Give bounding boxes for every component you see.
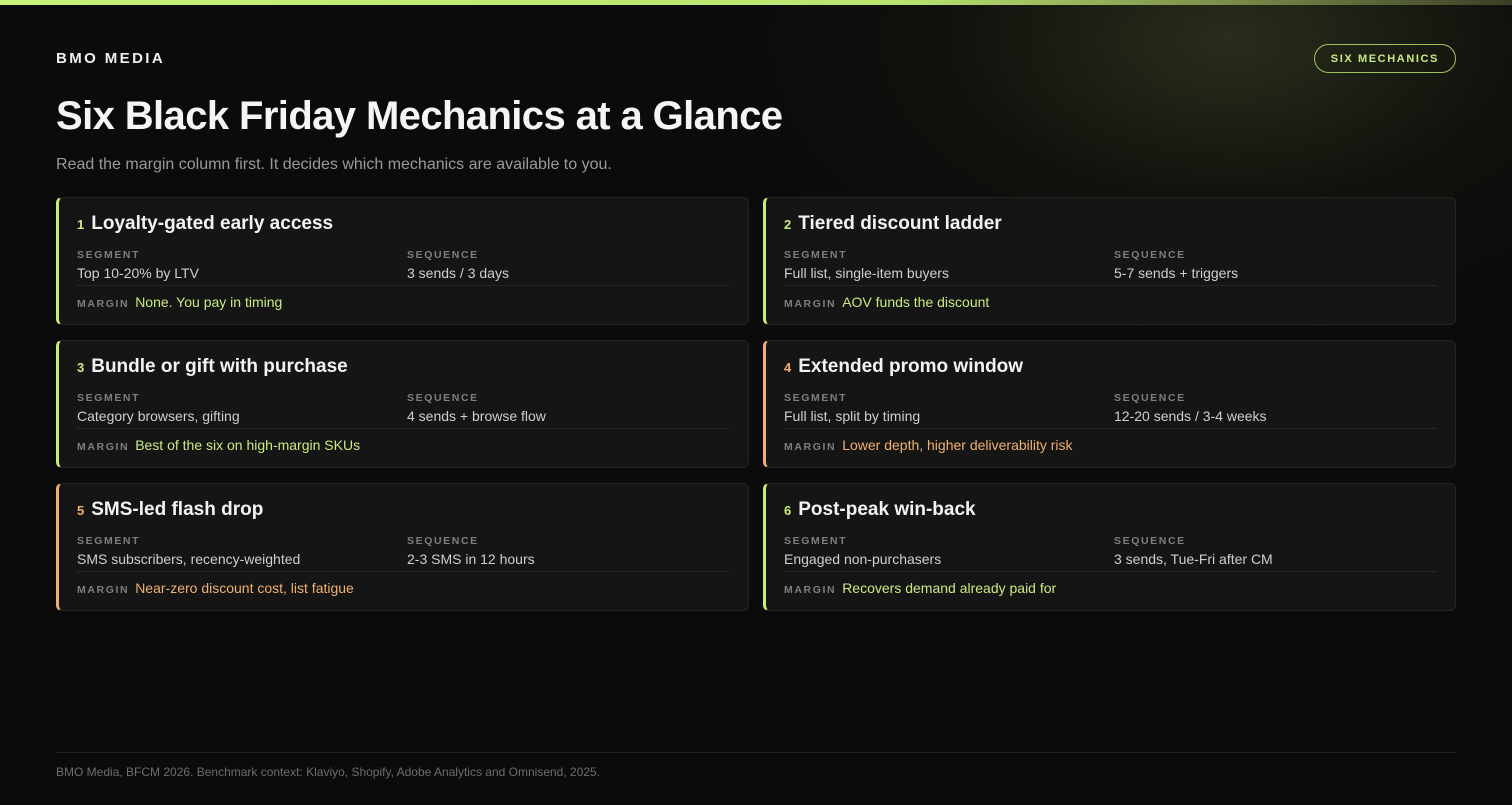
card-divider	[77, 571, 730, 572]
margin-label: MARGIN	[77, 441, 130, 453]
mechanic-card-2: 2 Tiered discount ladder SEGMENT Full li…	[763, 197, 1456, 325]
mechanic-card-3: 3 Bundle or gift with purchase SEGMENT C…	[56, 340, 749, 468]
card-number: 3	[77, 360, 85, 375]
mechanic-card-1: 1 Loyalty-gated early access SEGMENT Top…	[56, 197, 749, 325]
segment-label: SEGMENT	[784, 249, 848, 261]
margin-row: MARGIN Near-zero discount cost, list fat…	[77, 580, 354, 596]
sequence-value: 3 sends, Tue-Fri after CM	[1114, 551, 1273, 567]
sequence-column: SEQUENCE 3 sends, Tue-Fri after CM	[1114, 535, 1273, 567]
segment-column: SEGMENT Full list, single-item buyers	[784, 249, 949, 281]
margin-label: MARGIN	[784, 298, 837, 310]
segment-value: Full list, single-item buyers	[784, 265, 949, 281]
footer-note: BMO Media, BFCM 2026. Benchmark context:…	[56, 765, 601, 779]
sequence-label: SEQUENCE	[1114, 249, 1186, 261]
mechanic-card-6: 6 Post-peak win-back SEGMENT Engaged non…	[763, 483, 1456, 611]
margin-row: MARGIN Best of the six on high-margin SK…	[77, 437, 360, 453]
margin-label: MARGIN	[77, 584, 130, 596]
sequence-column: SEQUENCE 12-20 sends / 3-4 weeks	[1114, 392, 1267, 424]
segment-column: SEGMENT Full list, split by timing	[784, 392, 920, 424]
margin-value: AOV funds the discount	[842, 294, 990, 310]
sequence-label: SEQUENCE	[407, 535, 479, 547]
card-title: Tiered discount ladder	[798, 213, 1002, 234]
margin-row: MARGIN Recovers demand already paid for	[784, 580, 1056, 596]
segment-column: SEGMENT SMS subscribers, recency-weighte…	[77, 535, 300, 567]
card-number: 4	[784, 360, 792, 375]
sequence-label: SEQUENCE	[1114, 392, 1186, 404]
card-title: Loyalty-gated early access	[91, 213, 334, 234]
page-title: Six Black Friday Mechanics at a Glance	[56, 94, 783, 138]
segment-label: SEGMENT	[77, 535, 141, 547]
sequence-column: SEQUENCE 5-7 sends + triggers	[1114, 249, 1238, 281]
mechanic-card-5: 5 SMS-led flash drop SEGMENT SMS subscri…	[56, 483, 749, 611]
sequence-value: 2-3 SMS in 12 hours	[407, 551, 535, 567]
footer-divider	[56, 752, 1456, 753]
section-badge: SIX MECHANICS	[1313, 44, 1456, 73]
margin-row: MARGIN AOV funds the discount	[784, 294, 989, 310]
sequence-column: SEQUENCE 4 sends + browse flow	[407, 392, 546, 424]
sequence-value: 4 sends + browse flow	[407, 408, 546, 424]
sequence-column: SEQUENCE 3 sends / 3 days	[407, 249, 509, 281]
card-title: Extended promo window	[798, 356, 1024, 377]
margin-label: MARGIN	[784, 584, 837, 596]
margin-value: None. You pay in timing	[135, 294, 283, 310]
sequence-label: SEQUENCE	[407, 249, 479, 261]
sequence-column: SEQUENCE 2-3 SMS in 12 hours	[407, 535, 535, 567]
segment-value: SMS subscribers, recency-weighted	[77, 551, 301, 567]
card-number: 1	[77, 217, 85, 232]
segment-label: SEGMENT	[784, 535, 848, 547]
sequence-value: 5-7 sends + triggers	[1114, 265, 1239, 281]
card-divider	[784, 571, 1437, 572]
mechanics-grid: 1 Loyalty-gated early access SEGMENT Top…	[56, 197, 1456, 611]
margin-value: Best of the six on high-margin SKUs	[135, 437, 361, 453]
segment-value: Top 10-20% by LTV	[77, 265, 199, 281]
card-title: Bundle or gift with purchase	[91, 356, 348, 377]
card-number: 5	[77, 503, 85, 518]
segment-column: SEGMENT Category browsers, gifting	[77, 392, 240, 424]
card-title: Post-peak win-back	[798, 499, 976, 520]
card-number: 6	[784, 503, 792, 518]
sequence-value: 12-20 sends / 3-4 weeks	[1114, 408, 1267, 424]
card-divider	[77, 285, 730, 286]
segment-label: SEGMENT	[77, 392, 141, 404]
card-divider	[784, 285, 1437, 286]
page: BMO MEDIA SIX MECHANICS Six Black Friday…	[0, 0, 1512, 805]
top-accent-bar	[0, 0, 1512, 5]
segment-column: SEGMENT Engaged non-purchasers	[784, 535, 941, 567]
segment-column: SEGMENT Top 10-20% by LTV	[77, 249, 199, 281]
sequence-label: SEQUENCE	[407, 392, 479, 404]
margin-row: MARGIN Lower depth, higher deliverabilit…	[784, 437, 1073, 453]
card-title: SMS-led flash drop	[91, 499, 264, 520]
margin-value: Lower depth, higher deliverability risk	[842, 437, 1073, 453]
mechanic-card-4: 4 Extended promo window SEGMENT Full lis…	[763, 340, 1456, 468]
segment-label: SEGMENT	[77, 249, 141, 261]
margin-value: Recovers demand already paid for	[842, 580, 1057, 596]
segment-value: Engaged non-purchasers	[784, 551, 942, 567]
page-subtitle: Read the margin column first. It decides…	[56, 156, 612, 173]
segment-value: Full list, split by timing	[784, 408, 921, 424]
sequence-label: SEQUENCE	[1114, 535, 1186, 547]
segment-value: Category browsers, gifting	[77, 408, 240, 424]
segment-label: SEGMENT	[784, 392, 848, 404]
brand-name: BMO MEDIA	[56, 50, 166, 67]
card-divider	[784, 428, 1437, 429]
margin-label: MARGIN	[784, 441, 837, 453]
margin-label: MARGIN	[77, 298, 130, 310]
card-divider	[77, 428, 730, 429]
margin-row: MARGIN None. You pay in timing	[77, 294, 282, 310]
sequence-value: 3 sends / 3 days	[407, 265, 509, 281]
margin-value: Near-zero discount cost, list fatigue	[135, 580, 354, 596]
card-number: 2	[784, 217, 792, 232]
